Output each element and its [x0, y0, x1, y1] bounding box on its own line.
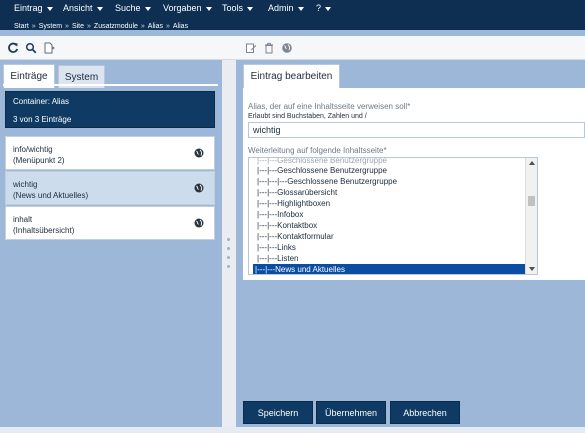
scroll-thumb[interactable] — [528, 196, 535, 206]
container-count: 3 von 3 Einträge — [13, 115, 72, 124]
tab-divider — [3, 84, 218, 86]
tab-eintrag-bearbeiten-label: Eintrag bearbeiten — [250, 71, 333, 82]
chevron-down-icon — [205, 6, 212, 11]
chevron-down-icon — [325, 6, 332, 11]
menu-admin[interactable]: Admin — [268, 3, 304, 13]
scroll-up-arrow-icon[interactable] — [529, 161, 535, 165]
menu-ansicht-label: Ansicht — [63, 3, 93, 13]
target-label: Weiterleitung auf folgende Inhaltsseite* — [248, 146, 387, 155]
splitter-grip — [227, 238, 230, 241]
chevron-down-icon — [46, 6, 53, 11]
chevron-down-icon — [247, 6, 254, 11]
trash-icon[interactable] — [263, 42, 275, 54]
menu-eintrag[interactable]: Eintrag — [14, 3, 53, 13]
scroll-down-arrow-icon[interactable] — [529, 267, 535, 271]
tab-eintraege-label: Einträge — [10, 71, 48, 82]
entry-target: (Menüpunkt 2) — [13, 156, 65, 165]
menu-tools[interactable]: Tools — [222, 3, 254, 13]
refresh-icon[interactable] — [7, 42, 19, 54]
tab-system-label: System — [64, 71, 99, 83]
list-option[interactable]: |---|---Highlightboxen — [255, 198, 525, 209]
save-button[interactable]: Speichern — [243, 401, 313, 424]
breadcrumb-separator: » — [165, 23, 170, 30]
globe-icon[interactable] — [281, 42, 293, 54]
entry-alias: info/wichtig — [13, 145, 53, 154]
edit-icon[interactable] — [245, 42, 257, 54]
menu-bar: Eintrag Ansicht Suche Vorgaben Tools Adm… — [0, 0, 585, 30]
chevron-down-icon — [96, 6, 103, 11]
chevron-down-icon — [144, 6, 151, 11]
list-option[interactable]: |---|---Links — [255, 242, 525, 253]
alias-label: Alias, der auf eine Inhaltsseite verweis… — [248, 102, 411, 111]
menu-tools-label: Tools — [222, 3, 244, 13]
container-title: Container: Alias — [13, 97, 70, 106]
splitter-grip — [227, 265, 230, 268]
breadcrumb-separator: » — [31, 23, 36, 30]
menu-help[interactable]: ? — [316, 3, 332, 13]
container-header: Container: Alias 3 von 3 Einträge — [5, 91, 215, 128]
apply-button[interactable]: Übernehmen — [316, 401, 386, 424]
breadcrumb-start[interactable]: Start — [14, 23, 29, 30]
status-strip — [0, 427, 585, 433]
list-option-selected[interactable]: |---|---News und Aktuelles — [253, 264, 525, 274]
breadcrumb-separator: » — [65, 23, 69, 30]
breadcrumb-separator: » — [87, 23, 91, 30]
entry-target: (Inhaltsübersicht) — [13, 226, 75, 235]
menu-ansicht[interactable]: Ansicht — [63, 3, 103, 13]
breadcrumb-separator: » — [140, 23, 145, 30]
alias-input[interactable] — [248, 122, 585, 138]
toolbar — [0, 36, 585, 60]
list-option[interactable]: |---|---|---Geschlossene Benutzergruppe — [255, 176, 525, 187]
breadcrumb-alias-current: Alias — [172, 23, 189, 30]
menu-suche[interactable]: Suche — [115, 3, 151, 13]
list-option[interactable]: |---|---Infobox — [255, 209, 525, 220]
list-item[interactable]: inhalt (Inhaltsübersicht) — [5, 206, 215, 240]
menu-suche-label: Suche — [115, 3, 141, 13]
entry-target: (News und Aktuelles) — [13, 191, 89, 200]
globe-icon[interactable] — [194, 218, 204, 230]
search-icon[interactable] — [25, 42, 37, 54]
list-option[interactable]: |---|---Glossarübersicht — [255, 187, 525, 198]
panel-splitter[interactable] — [222, 60, 236, 433]
menu-help-label: ? — [316, 3, 322, 13]
menu-vorgaben-label: Vorgaben — [163, 3, 202, 13]
breadcrumb-system[interactable]: System — [39, 23, 62, 30]
menu-admin-label: Admin — [268, 3, 294, 13]
entry-alias: inhalt — [13, 215, 33, 224]
cancel-button[interactable]: Abbrechen — [390, 401, 460, 424]
list-option[interactable]: |---|---Kontaktbox — [255, 220, 525, 231]
list-item[interactable]: info/wichtig (Menüpunkt 2) — [5, 136, 215, 170]
menu-vorgaben[interactable]: Vorgaben — [163, 3, 212, 13]
chevron-down-icon — [297, 6, 304, 11]
list-option[interactable]: |---|---Listen — [255, 253, 525, 264]
globe-icon[interactable] — [194, 148, 204, 160]
breadcrumb: Start» System» Site» Zusatzmodule» Alias» Ali… — [14, 23, 188, 30]
breadcrumb-alias[interactable]: Alias — [148, 23, 163, 30]
breadcrumb-zusatzmodule[interactable]: Zusatzmodule — [94, 23, 138, 30]
alias-hint: Erlaubt sind Buchstaben, Zahlen und / — [248, 113, 367, 120]
entry-alias: wichtig — [13, 180, 38, 189]
globe-icon[interactable] — [194, 183, 204, 195]
tab-eintrag-bearbeiten[interactable]: Eintrag bearbeiten — [243, 64, 340, 88]
splitter-grip — [227, 247, 230, 250]
list-item[interactable]: wichtig (News und Aktuelles) — [5, 171, 215, 205]
list-option[interactable]: |---|---Geschlossene Benutzergruppe — [255, 165, 525, 176]
new-document-icon[interactable] — [43, 42, 55, 54]
breadcrumb-site[interactable]: Site — [72, 23, 84, 30]
splitter-grip — [227, 256, 230, 259]
menu-eintrag-label: Eintrag — [14, 3, 43, 13]
list-option[interactable]: |---|---Kontaktformular — [255, 231, 525, 242]
listbox-scrollbar[interactable] — [525, 158, 537, 274]
target-page-listbox[interactable]: |---|---Geschlossene Benutzergruppe |---… — [248, 157, 538, 275]
